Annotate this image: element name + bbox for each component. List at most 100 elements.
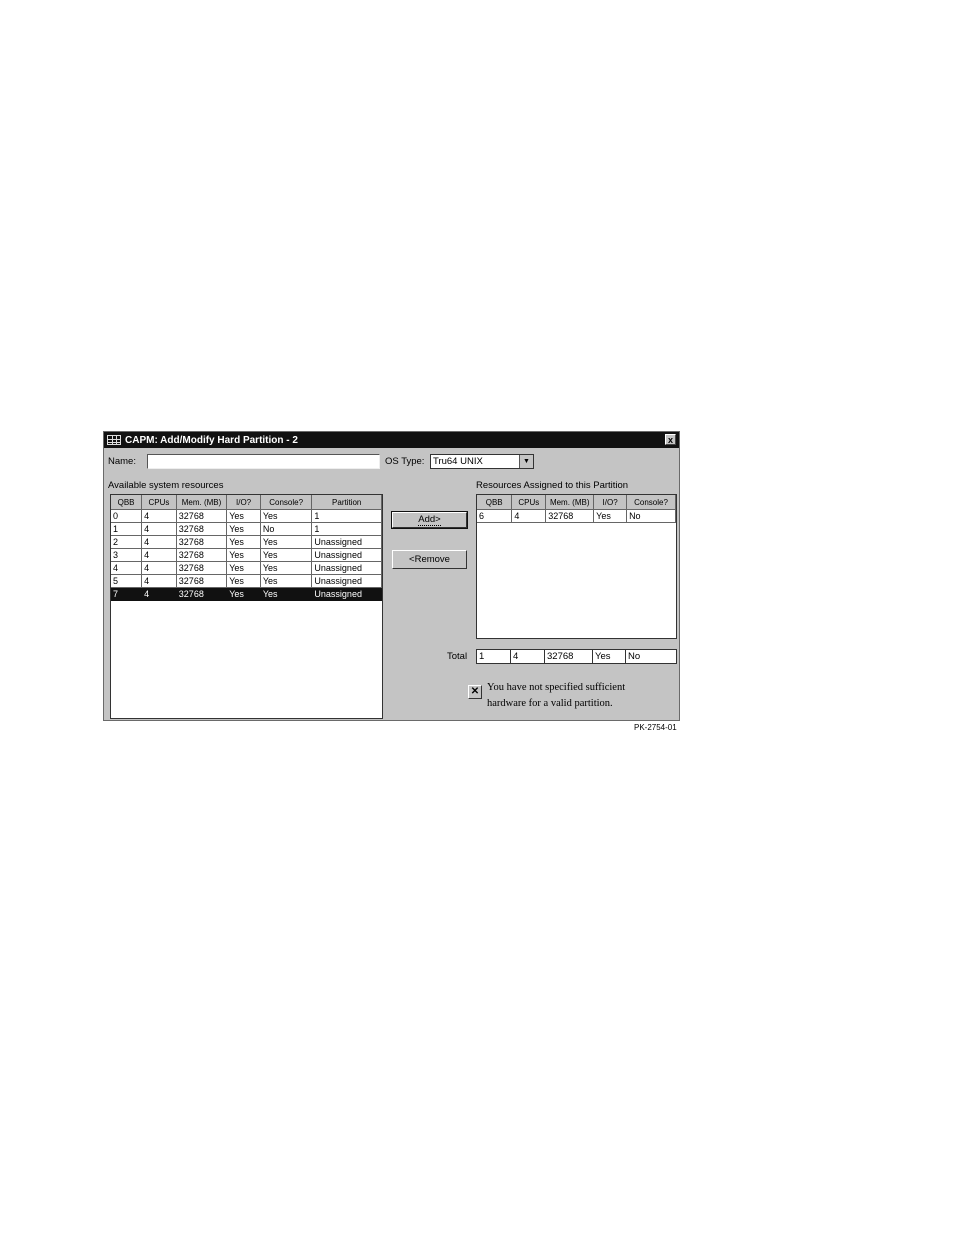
assigned-table-header: QBB CPUs Mem. (MB) I/O? Console?	[477, 495, 676, 510]
table-cell: 4	[511, 509, 547, 523]
column-header[interactable]: Mem. (MB)	[545, 495, 595, 510]
assigned-resources-table[interactable]: QBB CPUs Mem. (MB) I/O? Console? 6 4 32768 Yes N…	[476, 494, 677, 639]
available-resources-table[interactable]: QBB CPUs Mem. (MB) I/O? Console? Partition 04…	[110, 494, 383, 719]
table-cell: Yes	[259, 535, 313, 549]
table-cell: 6	[477, 509, 513, 523]
error-x-icon: ✕	[468, 685, 482, 699]
column-header[interactable]: QBB	[111, 495, 143, 510]
table-cell: 32768	[175, 509, 228, 523]
table-cell: 32768	[175, 561, 228, 575]
table-cell: 4	[141, 522, 177, 536]
total-qbb: 1	[476, 649, 511, 664]
table-cell: 1	[311, 522, 382, 536]
column-header[interactable]: CPUs	[141, 495, 177, 510]
table-cell: 0	[111, 509, 143, 523]
total-row: 1 4 32768 Yes No	[476, 649, 677, 664]
available-table: QBB CPUs Mem. (MB) I/O? Console? Partition 04…	[111, 495, 382, 601]
available-table-body: 0 4 32768 Yes Yes 1 1 4 32768 Yes No 1 2 4 32768 Yes Yes…	[111, 509, 382, 601]
total-console: No	[625, 649, 677, 664]
name-input[interactable]	[147, 454, 380, 469]
app-menu-icon[interactable]	[107, 435, 121, 445]
remove-button[interactable]: <Remove	[392, 550, 467, 569]
table-cell: Yes	[259, 548, 313, 562]
table-cell: Yes	[259, 509, 313, 523]
column-header[interactable]: I/O?	[226, 495, 261, 510]
table-cell: 1	[311, 509, 382, 523]
table-cell: Unassigned	[311, 535, 382, 549]
column-header[interactable]: I/O?	[593, 495, 628, 510]
table-cell: Yes	[259, 561, 313, 575]
table-cell: 3	[111, 548, 143, 562]
add-modify-partition-dialog: CAPM: Add/Modify Hard Partition - 2 x Na…	[103, 431, 680, 721]
available-resources-label: Available system resources	[108, 480, 224, 491]
table-row[interactable]: 1 4 32768 Yes No 1	[111, 522, 382, 536]
table-cell: Yes	[226, 522, 261, 536]
table-row[interactable]: 2 4 32768 Yes Yes Unassigned	[111, 535, 382, 549]
column-header[interactable]: Mem. (MB)	[175, 495, 228, 510]
table-cell: 1	[111, 522, 143, 536]
available-table-header: QBB CPUs Mem. (MB) I/O? Console? Partition	[111, 495, 382, 510]
name-label: Name:	[108, 456, 136, 467]
table-cell: 5	[111, 574, 143, 588]
validation-message-line2: hardware for a valid partition.	[487, 698, 613, 709]
table-cell: 4	[141, 535, 177, 549]
total-cpus: 4	[510, 649, 545, 664]
os-type-value: Tru64 UNIX	[433, 456, 483, 467]
table-row[interactable]: 7 4 32768 Yes Yes Unassigned	[111, 587, 382, 601]
total-memory: 32768	[544, 649, 593, 664]
column-header[interactable]: Console?	[626, 495, 676, 510]
assigned-resources-label: Resources Assigned to this Partition	[476, 480, 629, 491]
column-header[interactable]: Console?	[259, 495, 313, 510]
table-cell: 32768	[175, 574, 228, 588]
table-cell: No	[626, 509, 676, 523]
table-cell: 32768	[545, 509, 595, 523]
total-io: Yes	[592, 649, 626, 664]
table-cell: 32768	[175, 587, 228, 601]
table-row[interactable]: 0 4 32768 Yes Yes 1	[111, 509, 382, 523]
validation-message: You have not specified sufficient hardwa…	[487, 680, 667, 712]
chevron-down-icon[interactable]: ▼	[519, 455, 533, 468]
table-cell: 7	[111, 587, 143, 601]
table-row[interactable]: 3 4 32768 Yes Yes Unassigned	[111, 548, 382, 562]
table-cell: 32768	[175, 548, 228, 562]
table-cell: 4	[141, 561, 177, 575]
window-title: CAPM: Add/Modify Hard Partition - 2	[125, 434, 298, 446]
table-cell: Yes	[226, 509, 261, 523]
add-button[interactable]: Add>	[391, 511, 468, 529]
os-type-select[interactable]: Tru64 UNIX ▼	[430, 454, 534, 469]
table-cell: Yes	[226, 574, 261, 588]
os-type-label: OS Type:	[385, 456, 425, 467]
table-cell: 32768	[175, 535, 228, 549]
table-cell: Yes	[259, 587, 313, 601]
total-label: Total	[447, 651, 468, 662]
table-cell: Unassigned	[311, 561, 382, 575]
table-cell: 2	[111, 535, 143, 549]
table-cell: 4	[141, 574, 177, 588]
table-cell: Yes	[226, 587, 261, 601]
table-row[interactable]: 5 4 32768 Yes Yes Unassigned	[111, 574, 382, 588]
table-row[interactable]: 6 4 32768 Yes No	[477, 509, 676, 523]
validation-message-line1: You have not specified sufficient	[487, 682, 626, 693]
table-cell: 4	[111, 561, 143, 575]
assigned-table: QBB CPUs Mem. (MB) I/O? Console? 6 4 32768 Yes N…	[477, 495, 676, 523]
table-cell: Yes	[226, 535, 261, 549]
column-header[interactable]: CPUs	[511, 495, 547, 510]
table-cell: 4	[141, 587, 177, 601]
title-bar[interactable]: CAPM: Add/Modify Hard Partition - 2 x	[104, 432, 679, 448]
column-header[interactable]: Partition	[311, 495, 382, 510]
table-cell: Yes	[226, 561, 261, 575]
add-button-label: Add>	[418, 514, 441, 526]
table-cell: 4	[141, 548, 177, 562]
table-cell: 32768	[175, 522, 228, 536]
figure-id: PK-2754-01	[634, 723, 677, 732]
table-cell: Yes	[259, 574, 313, 588]
close-button[interactable]: x	[665, 434, 676, 445]
table-cell: No	[259, 522, 313, 536]
table-cell: Unassigned	[311, 574, 382, 588]
table-row[interactable]: 4 4 32768 Yes Yes Unassigned	[111, 561, 382, 575]
assigned-table-body: 6 4 32768 Yes No	[477, 509, 676, 523]
column-header[interactable]: QBB	[477, 495, 513, 510]
table-cell: 4	[141, 509, 177, 523]
table-cell: Unassigned	[311, 587, 382, 601]
table-cell: Yes	[226, 548, 261, 562]
